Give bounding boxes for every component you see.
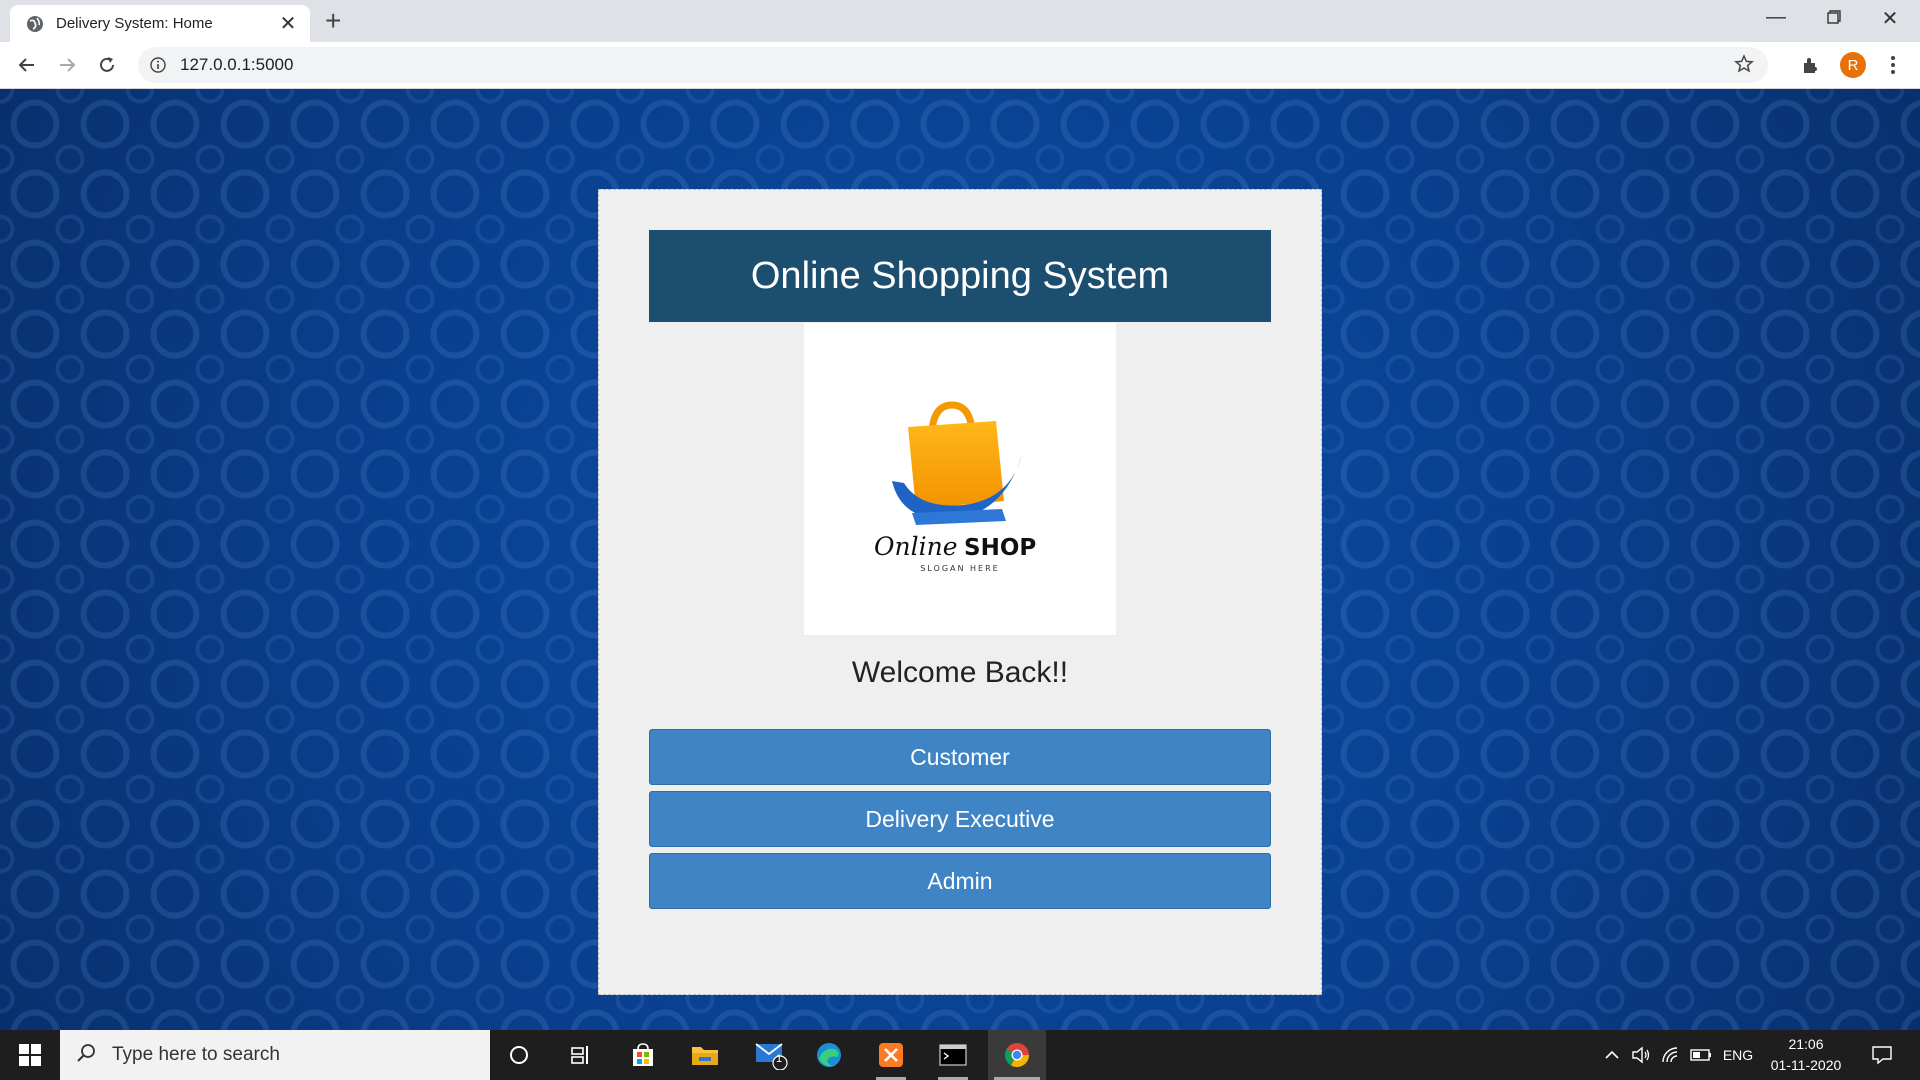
windows-start-icon[interactable] [8,1030,52,1080]
bookmark-star-icon[interactable] [1734,54,1754,79]
tab-title: Delivery System: Home [56,15,213,32]
minimize-icon[interactable]: — [1756,6,1796,29]
extensions-icon[interactable] [1796,50,1826,80]
restore-icon[interactable] [1814,6,1854,30]
address-bar[interactable]: 127.0.0.1:5000 [138,47,1768,83]
windows-taskbar: Type here to search 1 ENG 21:06 01-11-20… [0,1030,1920,1080]
url-text: 127.0.0.1:5000 [180,55,294,74]
search-placeholder: Type here to search [112,1044,280,1065]
reload-icon[interactable] [92,50,122,80]
forward-icon[interactable] [52,50,82,80]
shop-logo: Online SHOP SLOGAN HERE [804,323,1116,635]
xampp-icon[interactable] [870,1030,912,1080]
back-icon[interactable] [12,50,42,80]
mail-icon[interactable]: 1 [746,1030,796,1080]
taskbar-search-box[interactable]: Type here to search [60,1030,490,1080]
admin-button[interactable]: Admin [649,853,1271,909]
browser-tabstrip: Delivery System: Home ✕ + — ✕ [0,0,1920,42]
close-tab-icon[interactable]: ✕ [278,11,298,36]
battery-icon[interactable] [1688,1030,1714,1080]
network-icon[interactable] [1658,1030,1684,1080]
profile-avatar[interactable]: R [1838,50,1868,80]
profile-initial: R [1840,52,1866,78]
logo-brand-bold: SHOP [964,535,1036,561]
page-viewport: Online Shopping System Online SHOP SLOGA… [0,89,1920,1030]
taskbar-clock[interactable]: 21:06 01-11-2020 [1764,1034,1848,1076]
search-icon [76,1043,96,1068]
globe-icon [24,13,46,35]
browser-menu-icon[interactable] [1878,50,1908,80]
microsoft-store-icon[interactable] [622,1030,664,1080]
show-hidden-icons-chevron-icon[interactable] [1600,1030,1624,1080]
volume-icon[interactable] [1628,1030,1654,1080]
browser-toolbar: 127.0.0.1:5000 R [0,42,1920,89]
cortana-icon[interactable] [498,1030,540,1080]
welcome-text: Welcome Back!! [851,656,1069,689]
task-view-icon[interactable] [560,1030,602,1080]
site-info-icon[interactable] [150,57,166,73]
edge-icon[interactable] [808,1030,850,1080]
browser-tab[interactable]: Delivery System: Home ✕ [10,5,310,42]
new-tab-icon[interactable]: + [325,6,341,36]
close-window-icon[interactable]: ✕ [1870,6,1910,31]
terminal-icon[interactable] [932,1030,974,1080]
logo-brand-script: Online [874,532,957,561]
clock-time: 21:06 [1788,1036,1824,1052]
delivery-executive-button[interactable]: Delivery Executive [649,791,1271,847]
customer-button[interactable]: Customer [649,729,1271,785]
chrome-icon[interactable] [988,1030,1046,1080]
file-explorer-icon[interactable] [684,1030,726,1080]
clock-date: 01-11-2020 [1770,1057,1842,1073]
input-language-indicator[interactable]: ENG [1718,1030,1758,1080]
mail-badge-count: 1 [776,1053,783,1065]
home-card: Online Shopping System Online SHOP SLOGA… [598,189,1322,995]
page-title: Online Shopping System [649,230,1271,322]
notification-center-icon[interactable] [1864,1030,1900,1080]
logo-slogan: SLOGAN HERE [920,564,999,573]
